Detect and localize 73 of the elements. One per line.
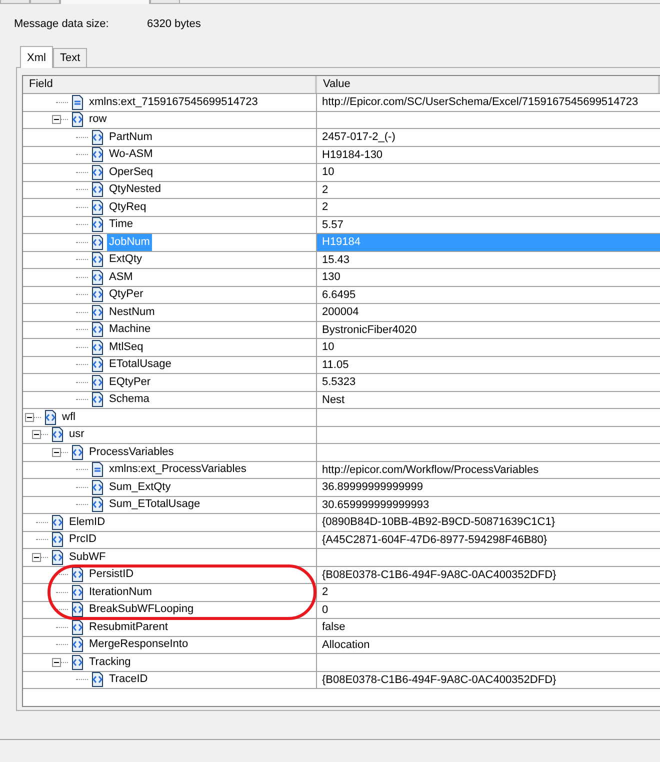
column-header[interactable]: Field bbox=[23, 76, 317, 93]
field-value: 130 bbox=[322, 271, 340, 283]
field-name[interactable]: PrcID bbox=[67, 531, 98, 548]
field-name[interactable]: wfl bbox=[60, 408, 78, 426]
field-value: Nest bbox=[322, 394, 345, 406]
field-value: {A45C2871-604F-47D6-8977-594298F46B80} bbox=[322, 534, 548, 546]
field-name[interactable]: ETotalUsage bbox=[107, 356, 174, 374]
field-name[interactable]: row bbox=[87, 111, 109, 128]
field-name[interactable]: MtlSeq bbox=[107, 338, 146, 356]
field-value: H19184-130 bbox=[322, 148, 383, 160]
field-name[interactable]: Sum_ETotalUsage bbox=[107, 496, 202, 514]
collapse-icon[interactable] bbox=[32, 552, 41, 562]
field-name[interactable]: QtyReq bbox=[107, 198, 148, 216]
field-value: http://epicor.com/Workflow/ProcessVariables bbox=[322, 464, 539, 476]
field-name[interactable]: Wo-ASM bbox=[107, 146, 155, 164]
field-name[interactable]: Machine bbox=[107, 321, 153, 338]
field-value: 10 bbox=[322, 341, 334, 353]
collapse-icon[interactable] bbox=[52, 448, 61, 457]
field-value: false bbox=[322, 621, 346, 633]
field-name[interactable]: EQtyPer bbox=[107, 374, 153, 391]
field-name[interactable]: OperSeq bbox=[107, 164, 156, 181]
collapse-icon[interactable] bbox=[52, 658, 61, 667]
field-name[interactable]: usr bbox=[67, 426, 86, 444]
field-value: 30.659999999999993 bbox=[322, 498, 430, 510]
field-name[interactable]: Tracking bbox=[87, 654, 133, 671]
field-value: BystronicFiber4020 bbox=[322, 324, 417, 336]
field-value: 2457-017-2_(-) bbox=[322, 131, 396, 143]
field-value: 10 bbox=[322, 166, 334, 178]
tab[interactable]: Text bbox=[52, 48, 88, 67]
field-name[interactable]: Time bbox=[107, 216, 136, 234]
field-name[interactable]: PartNum bbox=[107, 128, 154, 146]
field-value: 2 bbox=[322, 201, 328, 213]
field-value: Allocation bbox=[322, 638, 370, 650]
field-value: 36.89999999999999 bbox=[322, 481, 423, 493]
field-value: {B08E0378-C1B6-494F-9A8C-0AC400352DFD} bbox=[322, 568, 556, 580]
field-value: {0890B84D-10BB-4B92-B9CD-50871639C1C1} bbox=[322, 516, 555, 528]
collapse-icon[interactable] bbox=[32, 430, 41, 440]
field-name[interactable]: ResubmitParent bbox=[87, 618, 170, 636]
field-name[interactable]: ASM bbox=[107, 268, 135, 286]
field-name[interactable]: PersistID bbox=[87, 566, 136, 584]
tab[interactable]: Xml bbox=[20, 46, 53, 68]
field-name[interactable]: ExtQty bbox=[107, 251, 144, 268]
field-name[interactable]: xmlns:ext_ProcessVariables bbox=[107, 461, 248, 478]
size-value: 6320 bytes bbox=[147, 18, 201, 32]
field-name[interactable]: BreakSubWFLooping bbox=[87, 601, 196, 618]
field-name[interactable]: IterationNum bbox=[87, 584, 154, 601]
field-value: http://Epicor.com/SC/UserSchema/Excel/7159167545699514723 bbox=[322, 96, 638, 108]
field-value: H19184 bbox=[322, 236, 361, 248]
field-name[interactable]: ElemID bbox=[67, 514, 108, 531]
field-name[interactable]: MergeResponseInto bbox=[87, 636, 190, 654]
field-value: 0 bbox=[322, 604, 328, 616]
field-name[interactable]: Schema bbox=[107, 391, 152, 408]
field-name[interactable]: TraceID bbox=[107, 671, 150, 688]
field-name[interactable]: QtyNested bbox=[107, 181, 163, 198]
field-value: 6.6495 bbox=[322, 288, 356, 300]
collapse-icon[interactable] bbox=[25, 412, 34, 422]
field-name[interactable]: NestNum bbox=[107, 304, 157, 321]
field-value: 2 bbox=[322, 184, 328, 196]
collapse-icon[interactable] bbox=[52, 115, 61, 124]
field-value: 5.57 bbox=[322, 218, 344, 230]
field-value: 2 bbox=[322, 586, 328, 598]
field-name[interactable]: xmlns:ext_7159167545699514723 bbox=[87, 94, 260, 111]
field-value: 11.05 bbox=[322, 358, 349, 370]
field-value: {B08E0378-C1B6-494F-9A8C-0AC400352DFD} bbox=[322, 674, 556, 686]
field-name[interactable]: ProcessVariables bbox=[87, 444, 176, 461]
column-header[interactable]: Value bbox=[317, 76, 660, 93]
field-value: 15.43 bbox=[322, 254, 350, 266]
field-name[interactable]: Sum_ExtQty bbox=[107, 478, 173, 496]
field-value: 5.5323 bbox=[322, 376, 356, 388]
field-value: 200004 bbox=[322, 306, 359, 318]
field-name[interactable]: QtyPer bbox=[107, 286, 146, 304]
size-label: Message data size: bbox=[14, 18, 110, 32]
field-name[interactable]: SubWF bbox=[67, 548, 108, 566]
